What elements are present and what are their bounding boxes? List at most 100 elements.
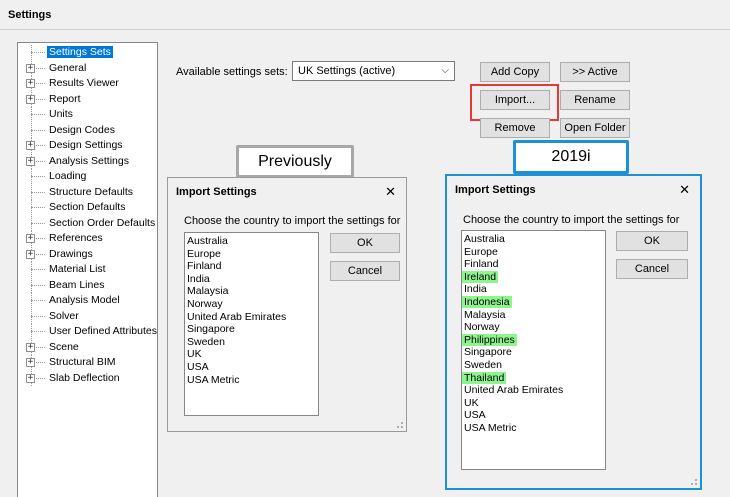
tree-item[interactable]: Beam Lines xyxy=(18,277,158,293)
tree-item[interactable]: + References xyxy=(18,231,158,246)
expand-icon[interactable]: + xyxy=(26,234,35,243)
import-button[interactable]: Import... xyxy=(480,90,550,110)
list-item[interactable]: Norway xyxy=(185,298,318,311)
list-item[interactable]: Malaysia xyxy=(185,285,318,298)
country-name: Thailand xyxy=(462,371,507,384)
tree-item[interactable]: Design Codes xyxy=(18,122,158,138)
tree-item[interactable]: + Design Settings xyxy=(18,138,158,153)
list-item[interactable]: USA xyxy=(462,409,605,422)
tree-item-label: Analysis Settings xyxy=(49,154,129,167)
ok-button[interactable]: OK xyxy=(616,231,688,251)
tree-item[interactable]: + Analysis Settings xyxy=(18,153,158,169)
dialog-title-bar: Import Settings ✕ xyxy=(168,178,406,206)
import-settings-dialog-previous: Import Settings ✕ Choose the country to … xyxy=(167,177,407,432)
expand-icon[interactable]: + xyxy=(26,342,35,352)
resize-grip-icon[interactable] xyxy=(688,476,698,486)
list-item[interactable]: USA Metric xyxy=(185,374,318,387)
open-folder-button[interactable]: Open Folder xyxy=(560,118,630,138)
tree-item[interactable]: Analysis Model xyxy=(18,293,158,308)
tree-item[interactable]: + Structural BIM xyxy=(18,355,158,370)
tree-item-label: Settings Sets xyxy=(47,46,113,58)
country-name: Singapore xyxy=(464,346,512,359)
tree-item-label: Drawings xyxy=(49,247,93,260)
list-item[interactable]: Australia xyxy=(462,233,605,246)
list-item[interactable]: Sweden xyxy=(462,359,605,372)
country-name: United Arab Emirates xyxy=(464,384,564,397)
list-item[interactable]: Singapore xyxy=(462,346,605,359)
tree-item-label: Solver xyxy=(49,309,79,322)
list-item[interactable]: United Arab Emirates xyxy=(462,384,605,397)
list-item[interactable]: India xyxy=(462,283,605,296)
caption-previously: Previously xyxy=(236,145,354,178)
cancel-button[interactable]: Cancel xyxy=(330,261,400,281)
country-name: Malaysia xyxy=(187,285,229,298)
dialog-title: Import Settings xyxy=(455,184,536,196)
tree-item[interactable]: User Defined Attributes xyxy=(18,324,158,339)
list-item[interactable]: USA xyxy=(185,361,318,374)
tree-item[interactable]: + Scene xyxy=(18,339,158,355)
expand-icon[interactable]: + xyxy=(26,249,35,259)
tree-line xyxy=(31,191,45,193)
tree-item-label: Section Order Defaults xyxy=(49,216,156,229)
expand-icon[interactable]: + xyxy=(26,358,35,367)
expand-icon[interactable]: + xyxy=(26,156,35,166)
list-item[interactable]: Singapore xyxy=(185,323,318,336)
country-name: Norway xyxy=(464,321,500,334)
list-item[interactable]: Norway xyxy=(462,321,605,334)
tree-item[interactable]: + Drawings xyxy=(18,246,158,262)
expand-icon[interactable]: + xyxy=(26,63,35,73)
list-item[interactable]: Philippines xyxy=(462,333,605,347)
tree-line xyxy=(31,315,45,317)
add-copy-button[interactable]: Add Copy xyxy=(480,62,550,82)
list-item[interactable]: Finland xyxy=(185,260,318,273)
rename-button[interactable]: Rename xyxy=(560,90,630,110)
tree-item-label: Loading xyxy=(49,170,87,182)
settings-tree[interactable]: Settings Sets + General + Results Viewer + Rep… xyxy=(17,42,158,497)
list-item[interactable]: UK xyxy=(185,348,318,361)
list-item[interactable]: Australia xyxy=(185,235,318,248)
tree-line xyxy=(31,331,45,332)
list-item[interactable]: Europe xyxy=(185,248,318,261)
expand-icon[interactable]: + xyxy=(26,373,35,383)
expand-icon[interactable]: + xyxy=(26,94,35,104)
tree-item[interactable]: Loading xyxy=(18,169,158,184)
make-active-button[interactable]: >> Active xyxy=(560,62,630,82)
tree-item[interactable]: + Slab Deflection xyxy=(18,370,158,386)
tree-item[interactable]: + General xyxy=(18,60,158,76)
list-item[interactable]: Finland xyxy=(462,258,605,271)
list-item[interactable]: Malaysia xyxy=(462,309,605,322)
list-item[interactable]: USA Metric xyxy=(462,422,605,435)
cancel-button[interactable]: Cancel xyxy=(616,259,688,279)
tree-item[interactable]: + Results Viewer xyxy=(18,76,158,91)
tree-item[interactable]: Solver xyxy=(18,308,158,324)
country-listbox[interactable]: Australia Europe Finland Ireland India Indone… xyxy=(461,230,606,470)
tree-item[interactable]: Settings Sets xyxy=(18,45,158,60)
list-item[interactable]: Europe xyxy=(462,246,605,259)
remove-button[interactable]: Remove xyxy=(480,118,550,138)
tree-item[interactable]: Material List xyxy=(18,262,158,277)
expand-icon[interactable]: + xyxy=(26,141,35,150)
tree-item[interactable]: Section Order Defaults xyxy=(18,215,158,231)
settings-set-combo[interactable]: UK Settings (active) ⌵ xyxy=(292,61,455,81)
tree-item-label: References xyxy=(49,232,103,244)
list-item[interactable]: India xyxy=(185,273,318,286)
list-item[interactable]: United Arab Emirates xyxy=(185,311,318,324)
close-icon[interactable]: ✕ xyxy=(679,182,690,198)
resize-grip-icon[interactable] xyxy=(394,419,404,429)
ok-button[interactable]: OK xyxy=(330,233,400,253)
country-listbox[interactable]: Australia Europe Finland India Malaysia Norwa… xyxy=(184,232,319,416)
tree-item[interactable]: Structure Defaults xyxy=(18,184,158,200)
list-item[interactable]: Thailand xyxy=(462,371,605,385)
tree-item-label: Scene xyxy=(49,340,79,353)
close-icon[interactable]: ✕ xyxy=(385,184,396,200)
list-item[interactable]: Ireland xyxy=(462,270,605,284)
list-item[interactable]: Sweden xyxy=(185,336,318,349)
tree-item[interactable]: Section Defaults xyxy=(18,200,158,215)
tree-item[interactable]: Units xyxy=(18,107,158,122)
tree-item[interactable]: + Report xyxy=(18,91,158,107)
country-name: Philippines xyxy=(462,333,517,346)
tree-item-label: Analysis Model xyxy=(49,294,120,306)
list-item[interactable]: Indonesia xyxy=(462,295,605,309)
expand-icon[interactable]: + xyxy=(26,79,35,88)
list-item[interactable]: UK xyxy=(462,397,605,410)
